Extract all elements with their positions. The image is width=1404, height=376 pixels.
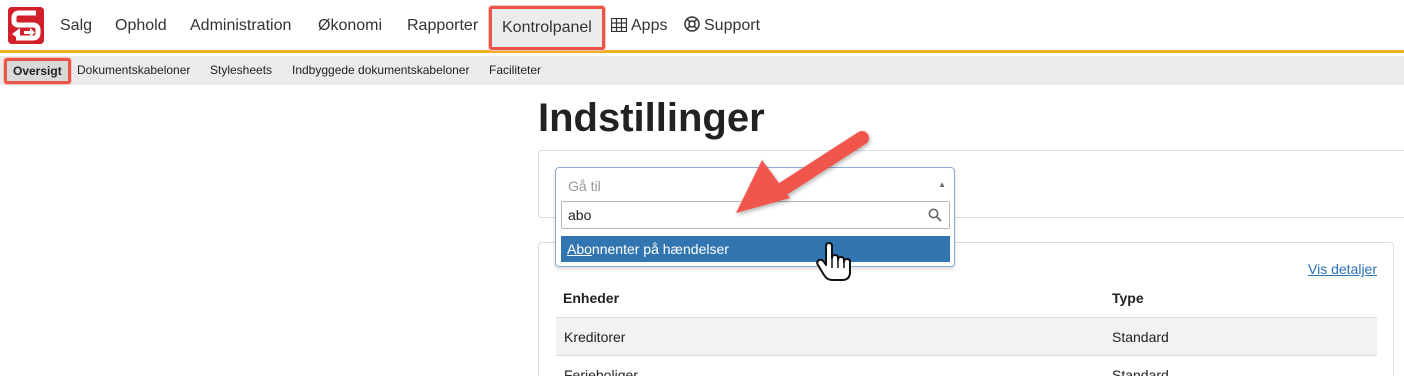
dropdown-option-abonnenter[interactable]: Abonnenter på hændelser bbox=[561, 236, 950, 262]
column-header-type: Type bbox=[1112, 290, 1144, 306]
goto-select-placeholder: Gå til bbox=[568, 178, 601, 194]
option-rest-text: nnenter på hændelser bbox=[591, 241, 729, 257]
grid-icon bbox=[611, 18, 627, 32]
nav-okonomi[interactable]: Økonomi bbox=[318, 15, 382, 37]
nav-kontrolpanel[interactable]: Kontrolpanel bbox=[489, 6, 605, 50]
table-cell-enhed: Ferieboliger bbox=[564, 367, 638, 376]
caret-up-icon: ▲ bbox=[938, 180, 946, 189]
nav-rapporter[interactable]: Rapporter bbox=[407, 15, 478, 37]
search-icon bbox=[928, 208, 942, 222]
details-link[interactable]: Vis detaljer bbox=[1308, 261, 1377, 277]
nav-support-label: Support bbox=[704, 17, 761, 34]
nav-apps[interactable]: Apps bbox=[611, 15, 667, 37]
nav-apps-label: Apps bbox=[631, 17, 668, 34]
subnav-indbyggede-dokumentskabeloner[interactable]: Indbyggede dokumentskabeloner bbox=[292, 63, 469, 77]
table-cell-type: Standard bbox=[1112, 367, 1169, 376]
subnav-dokumentskabeloner[interactable]: Dokumentskabeloner bbox=[77, 63, 190, 77]
table-row[interactable]: Kreditorer Standard bbox=[556, 317, 1377, 355]
lifebuoy-icon bbox=[684, 16, 700, 32]
subnav-stylesheets[interactable]: Stylesheets bbox=[210, 63, 272, 77]
nav-ophold[interactable]: Ophold bbox=[115, 15, 167, 37]
logo-s-icon[interactable] bbox=[8, 7, 44, 44]
top-navbar: Salg Ophold Administration Økonomi Rappo… bbox=[0, 0, 1404, 53]
page-title: Indstillinger bbox=[538, 96, 765, 140]
nav-support[interactable]: Support bbox=[684, 15, 760, 37]
nav-salg[interactable]: Salg bbox=[60, 15, 92, 37]
table-row[interactable]: Ferieboliger Standard bbox=[556, 355, 1377, 376]
table-cell-type: Standard bbox=[1112, 329, 1169, 345]
hand-cursor-icon bbox=[816, 242, 851, 281]
nav-administration[interactable]: Administration bbox=[190, 15, 291, 37]
table-cell-enhed: Kreditorer bbox=[564, 329, 626, 345]
column-header-enheder: Enheder bbox=[563, 290, 620, 306]
subnav-faciliteter[interactable]: Faciliteter bbox=[489, 63, 541, 77]
goto-select[interactable]: Gå til ▲ Abonnenter på hændelser bbox=[555, 167, 955, 267]
sub-navbar: Oversigt Dokumentskabeloner Stylesheets … bbox=[0, 56, 1404, 85]
option-match-text: Abo bbox=[567, 241, 592, 257]
subnav-oversigt[interactable]: Oversigt bbox=[4, 58, 71, 84]
goto-search-input[interactable] bbox=[561, 201, 950, 229]
